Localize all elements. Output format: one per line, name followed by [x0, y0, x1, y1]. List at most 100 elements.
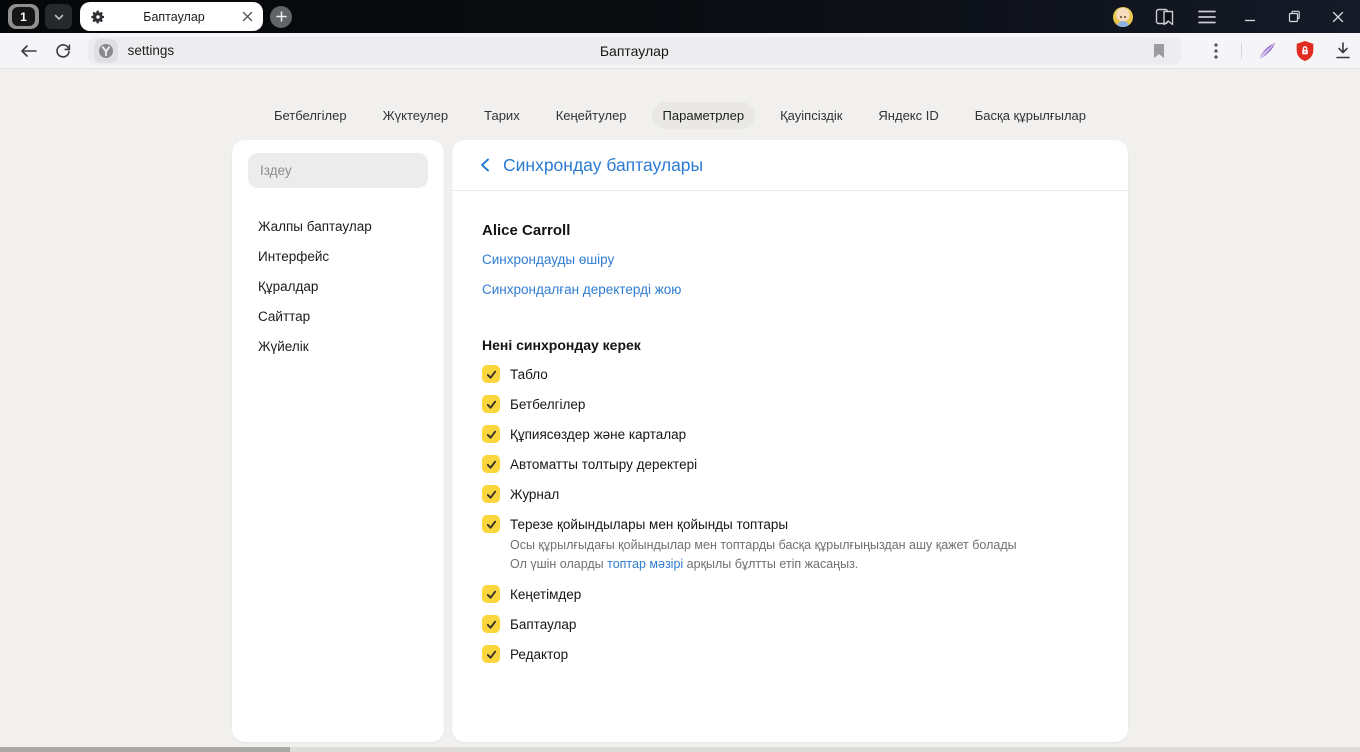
hamburger-menu-icon: [1198, 10, 1216, 23]
close-window-button[interactable]: [1316, 0, 1360, 33]
checkbox-checked-icon[interactable]: [482, 485, 500, 503]
yandex-protect-icon: [98, 43, 113, 58]
new-tab-button[interactable]: [270, 5, 292, 28]
protect-badge-button[interactable]: [93, 38, 118, 63]
user-avatar: [1113, 6, 1133, 27]
checkbox-checked-icon[interactable]: [482, 645, 500, 663]
checkbox-row-autofill[interactable]: Автоматты толтыру деректері: [482, 455, 1098, 473]
checkbox-label: Журнал: [510, 486, 560, 502]
checkbox-checked-icon[interactable]: [482, 365, 500, 383]
tab-security[interactable]: Қауіпсіздік: [769, 102, 853, 129]
minimize-icon: [1245, 19, 1255, 21]
sidebar-list: Жалпы баптаулар Интерфейс Құралдар Сайтт…: [248, 212, 428, 361]
feather-extension-button[interactable]: [1250, 36, 1284, 66]
checkbox-row-extensions[interactable]: Кеңетімдер: [482, 585, 1098, 603]
profile-button[interactable]: [1102, 0, 1144, 33]
settings-gear-icon: [91, 10, 104, 23]
checkbox-checked-icon[interactable]: [482, 395, 500, 413]
kebab-menu-icon: [1214, 42, 1218, 59]
sync-settings-back[interactable]: Синхрондау баптаулары: [452, 140, 1128, 190]
description-text: арқылы бұлтты етіп жасаңыз.: [683, 556, 859, 571]
omnibox-page-title: Баптаулар: [599, 42, 669, 59]
tab-other-devices[interactable]: Басқа құрылғылар: [964, 102, 1097, 129]
tab-bookmarks[interactable]: Бетбелгілер: [263, 102, 358, 129]
checkbox-row-history[interactable]: Терезе қойындылары мен қойынды топтары Ж…: [482, 485, 1098, 503]
tab-history[interactable]: Тарих: [473, 102, 531, 129]
delete-synced-data-link[interactable]: Синхрондалған деректерді жою: [482, 281, 681, 299]
sync-settings-body: Alice Carroll Синхрондауды өшіру Синхрон…: [452, 191, 1128, 663]
toolbar-divider: [1241, 42, 1242, 59]
sidebar-item-sites[interactable]: Сайттар: [248, 302, 428, 331]
disable-sync-link[interactable]: Синхрондауды өшіру: [482, 251, 614, 269]
settings-sidebar: Жалпы баптаулар Интерфейс Құралдар Сайтт…: [232, 140, 444, 742]
tab-settings[interactable]: Параметрлер: [651, 101, 756, 129]
settings-page: Бетбелгілер Жүктеулер Тарих Кеңейтулер П…: [0, 69, 1360, 752]
close-icon: [1332, 11, 1344, 22]
checkbox-label: Құпиясөздер және карталар: [510, 426, 687, 442]
back-arrow-icon: [21, 44, 38, 57]
tab-counter-badge: 1: [12, 7, 35, 26]
tab-downloads[interactable]: Жүктеулер: [372, 102, 460, 129]
account-name: Alice Carroll: [482, 222, 571, 239]
section-title: Нені синхрондау керек: [482, 337, 641, 353]
browser-menu-button[interactable]: [1186, 0, 1228, 33]
checkbox-row-bookmarks[interactable]: Бетбелгілер: [482, 395, 1098, 413]
back-button[interactable]: [12, 36, 46, 66]
checkbox-label: Редактор: [510, 646, 569, 662]
checkbox-checked-icon[interactable]: [482, 455, 500, 473]
security-extension-button[interactable]: [1288, 36, 1322, 66]
plus-icon: [275, 11, 287, 22]
toolbar-more-button[interactable]: [1199, 36, 1233, 66]
tab-yandex-id[interactable]: Яндекс ID: [867, 102, 949, 129]
checkbox-checked-icon[interactable]: [482, 515, 500, 533]
downloads-button[interactable]: [1326, 36, 1360, 66]
horizontal-scrollbar[interactable]: [0, 747, 1360, 752]
search-input[interactable]: [248, 153, 428, 188]
tab-title: Баптаулар: [143, 9, 205, 24]
checkbox-row-passwords[interactable]: Құпиясөздер және карталар: [482, 425, 1098, 443]
checkbox-row-tab-groups[interactable]: Терезе қойындылары мен қойынды топтары: [482, 515, 1098, 533]
browser-toolbar: settings Баптаулар: [0, 33, 1360, 69]
titlebar-controls: [1102, 0, 1360, 33]
scrollbar-thumb[interactable]: [0, 747, 290, 752]
description-line-1: Осы құрылғыдағы қойындылар мен топтарды …: [510, 538, 1017, 552]
side-panel-button[interactable]: [1144, 0, 1186, 33]
bookmark-flag-icon: [1154, 43, 1164, 58]
checkbox-row-settings[interactable]: Баптаулар: [482, 615, 1098, 633]
tab-extensions[interactable]: Кеңейтулер: [545, 102, 638, 129]
sidebar-item-system[interactable]: Жүйелік: [248, 332, 428, 361]
address-text: settings: [127, 43, 175, 58]
groups-menu-link[interactable]: топтар мәзірі: [607, 557, 683, 571]
checkbox-label: Кеңетімдер: [510, 586, 582, 602]
checkbox-label: Автоматты толтыру деректері: [510, 456, 698, 472]
refresh-button[interactable]: [46, 36, 80, 66]
tab-counter-button[interactable]: 1: [8, 4, 39, 29]
settings-layout: Жалпы баптаулар Интерфейс Құралдар Сайтт…: [232, 140, 1128, 742]
description-text: Ол үшін оларды: [510, 556, 608, 571]
description-line-2: Ол үшін оларды топтар мәзірі арқылы бұлт…: [510, 555, 1098, 574]
settings-nav-tabs: Бетбелгілер Жүктеулер Тарих Кеңейтулер П…: [0, 69, 1360, 140]
bookmark-button[interactable]: [1145, 37, 1173, 65]
toolbar-extensions: [1187, 36, 1360, 66]
sidebar-item-tools[interactable]: Құралдар: [248, 272, 428, 301]
minimize-button[interactable]: [1228, 0, 1272, 33]
browser-tab[interactable]: Баптаулар: [80, 2, 263, 31]
sidebar-item-interface[interactable]: Интерфейс: [248, 242, 428, 271]
shield-lock-icon: [1296, 40, 1314, 61]
tabs-dropdown-button[interactable]: [45, 4, 72, 29]
checkbox-label: Табло: [510, 366, 548, 382]
sync-settings-panel: Синхрондау баптаулары Alice Carroll Синх…: [452, 140, 1128, 742]
checkbox-checked-icon[interactable]: [482, 585, 500, 603]
checkbox-checked-icon[interactable]: [482, 425, 500, 443]
tab-close-icon[interactable]: [242, 11, 253, 22]
checkbox-row-editor[interactable]: Редактор: [482, 645, 1098, 663]
checkbox-label: Баптаулар: [510, 616, 577, 632]
sidebar-item-general[interactable]: Жалпы баптаулар: [248, 212, 428, 241]
feather-quill-icon: [1258, 42, 1276, 59]
checkbox-checked-icon[interactable]: [482, 615, 500, 633]
checkbox-row-tableau[interactable]: Табло: [482, 365, 1098, 383]
chevron-left-icon: [481, 158, 489, 172]
address-bar[interactable]: settings Баптаулар: [87, 36, 1181, 65]
restore-button[interactable]: [1272, 0, 1316, 33]
checkbox-label: Бетбелгілер: [510, 396, 586, 412]
